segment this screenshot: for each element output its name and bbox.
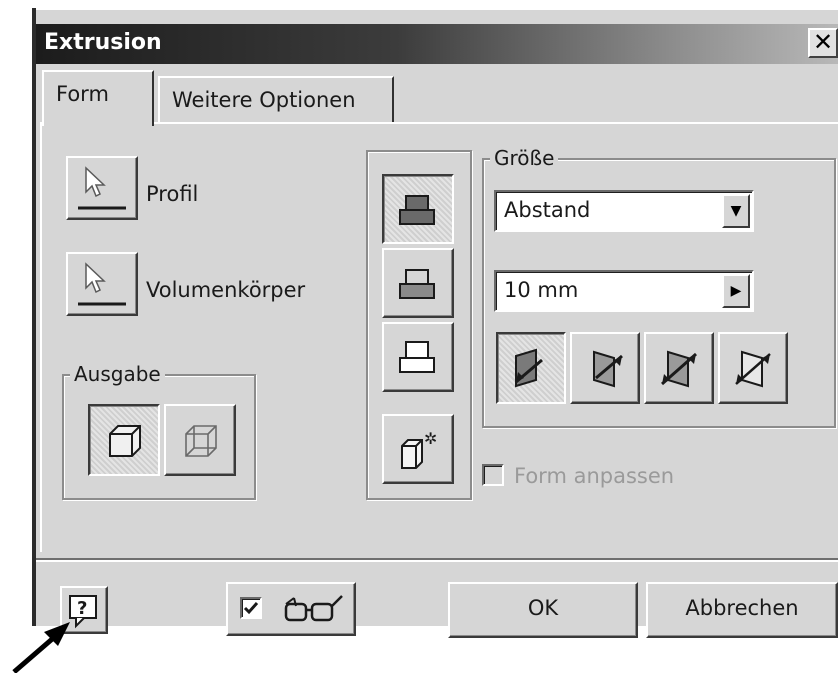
solid-label: Volumenkörper xyxy=(146,278,306,302)
asymmetric-button[interactable] xyxy=(718,332,788,404)
cursor-select-icon xyxy=(78,262,126,306)
direction-1-icon xyxy=(515,348,543,388)
close-icon: ✕ xyxy=(812,28,834,56)
output-group-title: Ausgabe xyxy=(70,362,165,386)
cursor-select-icon xyxy=(78,166,126,210)
operation-intersect-button[interactable] xyxy=(382,322,454,392)
title-bar: Extrusion ✕ xyxy=(36,24,838,64)
symmetric-button[interactable] xyxy=(644,332,714,404)
ok-button-label: OK xyxy=(527,596,559,620)
tab-form[interactable]: Form xyxy=(42,70,154,126)
tab-form-label: Form xyxy=(56,82,109,106)
join-icon xyxy=(399,195,435,225)
operation-new-solid-button[interactable]: ✲ xyxy=(382,414,454,484)
chevron-down-icon[interactable]: ▼ xyxy=(722,194,750,228)
chevron-right-icon[interactable]: ▶ xyxy=(722,274,750,308)
cancel-button-label: Abbrechen xyxy=(685,596,799,620)
asymmetric-icon xyxy=(735,350,771,388)
output-solid-button[interactable] xyxy=(88,404,160,476)
svg-text:?: ? xyxy=(77,598,87,619)
output-surface-button[interactable] xyxy=(164,404,236,476)
match-shape-label: Form anpassen xyxy=(514,464,675,488)
close-button[interactable]: ✕ xyxy=(808,28,838,58)
tab-weitere-optionen-label: Weitere Optionen xyxy=(172,88,356,112)
direction-2-icon xyxy=(593,350,623,388)
size-group-title: Größe xyxy=(490,146,559,170)
extent-dropdown-value: Abstand xyxy=(504,198,591,222)
cut-icon xyxy=(399,269,435,299)
distance-input-value: 10 mm xyxy=(504,278,579,302)
new-solid-icon: ✲ xyxy=(401,429,437,469)
footer-separator xyxy=(36,558,838,562)
window-title: Extrusion xyxy=(44,30,162,55)
svg-text:✲: ✲ xyxy=(424,429,437,448)
extrusion-dialog: Extrusion ✕ Form Weitere Optionen Profil… xyxy=(36,10,838,638)
solid-output-icon xyxy=(109,425,141,457)
distance-input[interactable]: 10 mm ▶ xyxy=(494,270,754,312)
operation-join-button[interactable] xyxy=(382,174,454,244)
intersect-icon xyxy=(399,341,435,373)
direction-1-button[interactable] xyxy=(496,332,566,404)
operation-cut-button[interactable] xyxy=(382,248,454,318)
profile-select-button[interactable] xyxy=(66,156,138,220)
help-button[interactable]: ? xyxy=(60,586,108,634)
extent-dropdown[interactable]: Abstand ▼ xyxy=(494,190,754,232)
preview-toggle[interactable] xyxy=(226,582,356,636)
symmetric-icon xyxy=(661,350,697,388)
ok-button[interactable]: OK xyxy=(448,582,638,638)
direction-2-button[interactable] xyxy=(570,332,640,404)
cancel-button[interactable]: Abbrechen xyxy=(646,582,838,638)
glasses-icon xyxy=(284,595,343,622)
tab-weitere-optionen[interactable]: Weitere Optionen xyxy=(158,76,394,122)
surface-output-icon xyxy=(185,425,217,457)
help-icon: ? xyxy=(69,595,97,629)
solid-select-button[interactable] xyxy=(66,252,138,316)
match-shape-checkbox[interactable] xyxy=(482,464,504,486)
profile-label: Profil xyxy=(146,182,199,206)
